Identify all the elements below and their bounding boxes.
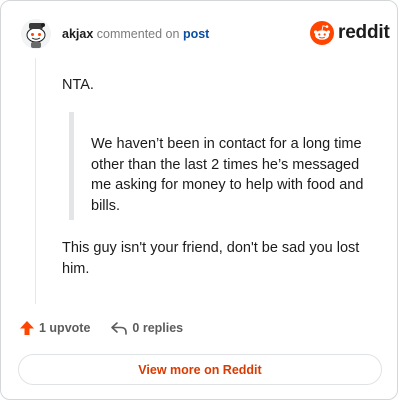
comment-actions: 1 upvote 0 replies xyxy=(19,320,183,336)
replies-count: 0 replies xyxy=(132,321,184,335)
avatar[interactable] xyxy=(21,19,51,49)
thread-line xyxy=(35,58,36,304)
embedded-comment-card: akjax commented on post reddit NTA. We h… xyxy=(0,0,398,400)
upvote-arrow-icon xyxy=(20,321,34,335)
reddit-snoo-icon xyxy=(310,21,334,45)
upvote-count: 1 upvote xyxy=(39,321,91,335)
comment-quote: We haven’t been in contact for a long ti… xyxy=(91,136,364,214)
username[interactable]: akjax xyxy=(62,27,93,41)
replies-button[interactable]: 0 replies xyxy=(110,320,183,336)
reply-arrow-icon xyxy=(111,322,128,335)
reddit-logo[interactable]: reddit xyxy=(310,21,390,45)
upvote-button[interactable]: 1 upvote xyxy=(19,320,90,336)
reddit-wordmark: reddit xyxy=(338,22,390,43)
comment-header: akjax commented on post xyxy=(62,26,209,42)
comment-paragraph: NTA. xyxy=(62,77,94,93)
view-more-button[interactable]: View more on Reddit xyxy=(18,354,382,385)
quote-bar xyxy=(69,112,74,220)
action-text: commented on xyxy=(96,27,180,41)
post-link[interactable]: post xyxy=(183,27,209,41)
avatar-snoo-icon xyxy=(21,19,51,49)
comment-paragraph: This guy isn't your friend, don't be sad… xyxy=(62,240,360,277)
